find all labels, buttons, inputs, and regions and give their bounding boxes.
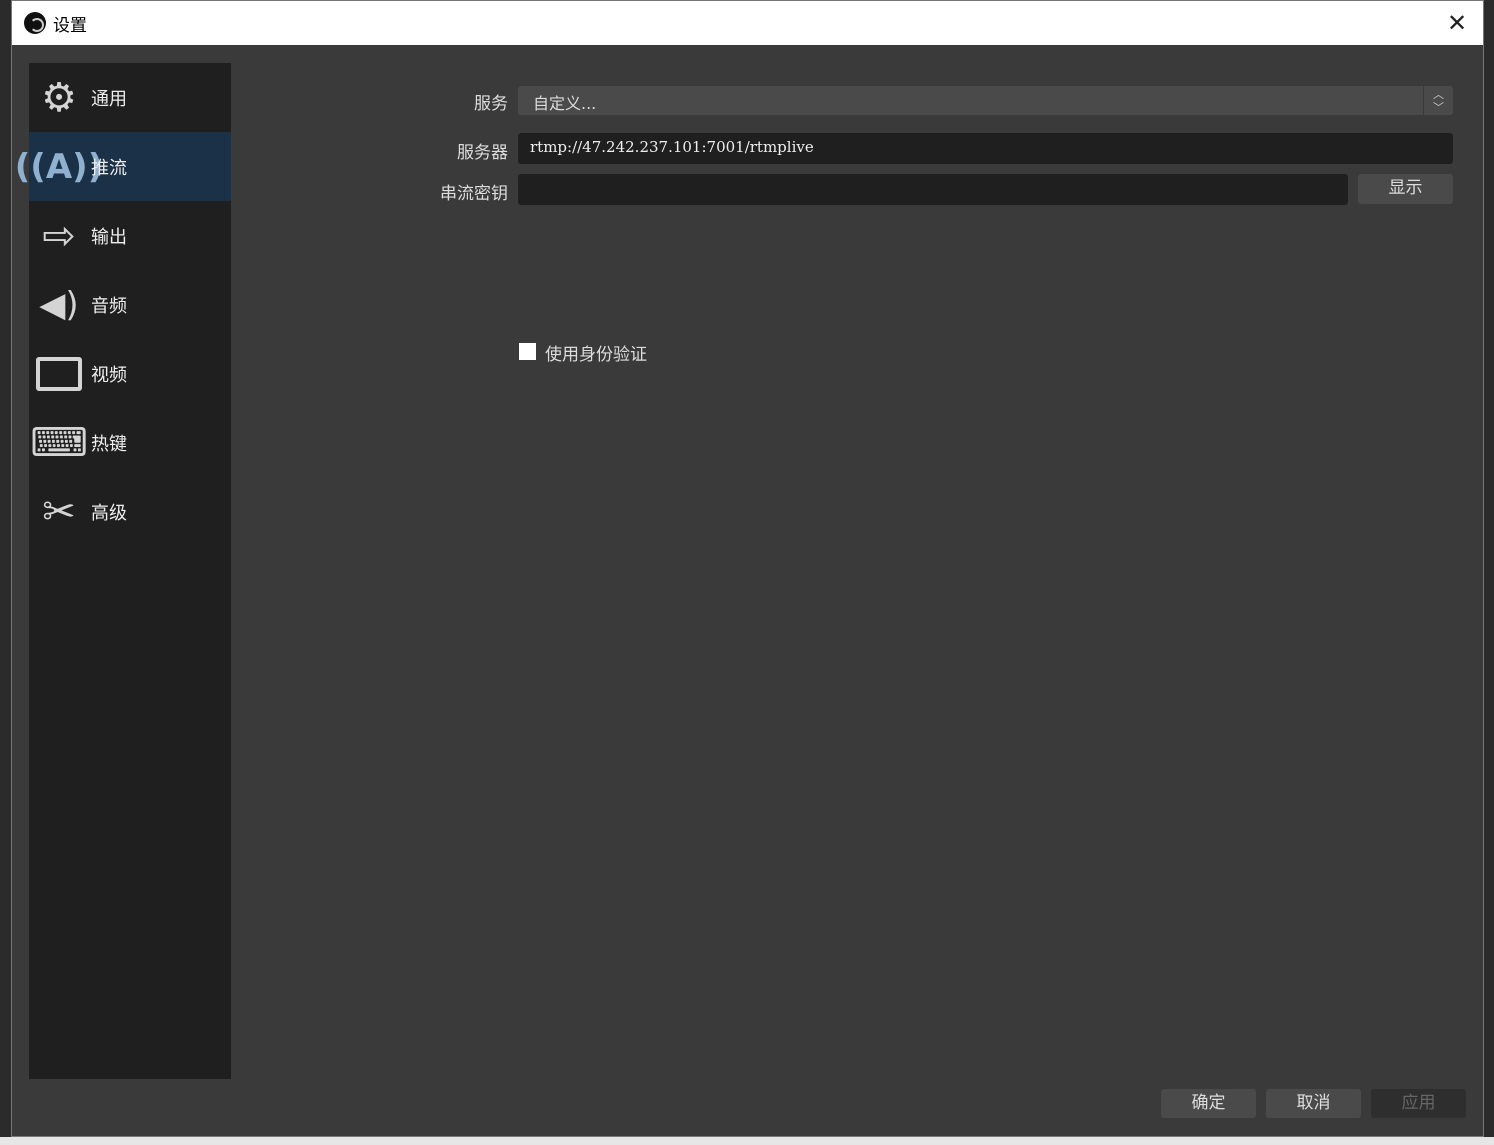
window-title: 设置 — [53, 15, 87, 36]
sidebar-item-stream[interactable]: ((A)) 推流 — [14, 132, 231, 201]
keyboard-icon: ⌨ — [30, 419, 88, 466]
sidebar-item-advanced[interactable]: ✂ 高级 — [29, 477, 231, 546]
stream-key-input[interactable] — [518, 174, 1348, 205]
server-input[interactable]: rtmp://47.242.237.101:7001/rtmplive — [518, 133, 1453, 164]
monitor-icon — [35, 350, 83, 398]
settings-dialog: 设置 ✕ ⚙ 通用 ((A)) 推流 ⇨ 输出 ◀) 音频 视频 ⌨ 热键 ✂ 高级 服务 … — [11, 0, 1484, 1137]
sidebar-item-label: 音频 — [91, 295, 127, 317]
title-bar: 设置 ✕ — [12, 1, 1483, 45]
sidebar-item-hotkeys[interactable]: ⌨ 热键 — [29, 408, 231, 477]
service-label: 服务 — [474, 94, 508, 114]
show-key-button[interactable]: 显示 — [1358, 174, 1453, 204]
server-label: 服务器 — [457, 143, 508, 163]
sidebar-item-video[interactable]: 视频 — [29, 339, 231, 408]
use-auth-checkbox[interactable] — [519, 343, 536, 360]
updown-chevron-icon: ︿ ﹀ — [1423, 86, 1453, 115]
tools-icon: ✂ — [42, 488, 76, 535]
close-icon[interactable]: ✕ — [1445, 11, 1469, 35]
sidebar-item-label: 视频 — [91, 364, 127, 386]
sidebar-item-label: 输出 — [91, 226, 127, 248]
sidebar-item-output[interactable]: ⇨ 输出 — [29, 201, 231, 270]
sidebar-item-label: 推流 — [91, 157, 127, 179]
service-select[interactable]: 自定义... ︿ ﹀ — [518, 86, 1453, 115]
gear-icon: ⚙ — [41, 74, 77, 121]
sidebar-item-label: 高级 — [91, 502, 127, 524]
sidebar-item-label: 通用 — [91, 88, 127, 110]
service-value: 自定义... — [533, 94, 597, 113]
ok-button[interactable]: 确定 — [1161, 1089, 1256, 1118]
broadcast-antenna-icon: ((A)) — [14, 146, 104, 187]
obs-logo-icon — [24, 12, 46, 34]
output-monitor-icon: ⇨ — [42, 212, 76, 259]
sidebar-item-general[interactable]: ⚙ 通用 — [29, 63, 231, 132]
sidebar-item-label: 热键 — [91, 433, 127, 455]
background-desktop — [0, 1137, 1494, 1145]
cancel-button[interactable]: 取消 — [1266, 1089, 1361, 1118]
use-auth-label[interactable]: 使用身份验证 — [545, 340, 647, 365]
stream-key-label: 串流密钥 — [440, 184, 508, 204]
settings-sidebar: ⚙ 通用 ((A)) 推流 ⇨ 输出 ◀) 音频 视频 ⌨ 热键 ✂ 高级 — [14, 63, 231, 1079]
apply-button[interactable]: 应用 — [1371, 1089, 1466, 1118]
speaker-icon: ◀) — [39, 284, 79, 325]
sidebar-item-audio[interactable]: ◀) 音频 — [29, 270, 231, 339]
